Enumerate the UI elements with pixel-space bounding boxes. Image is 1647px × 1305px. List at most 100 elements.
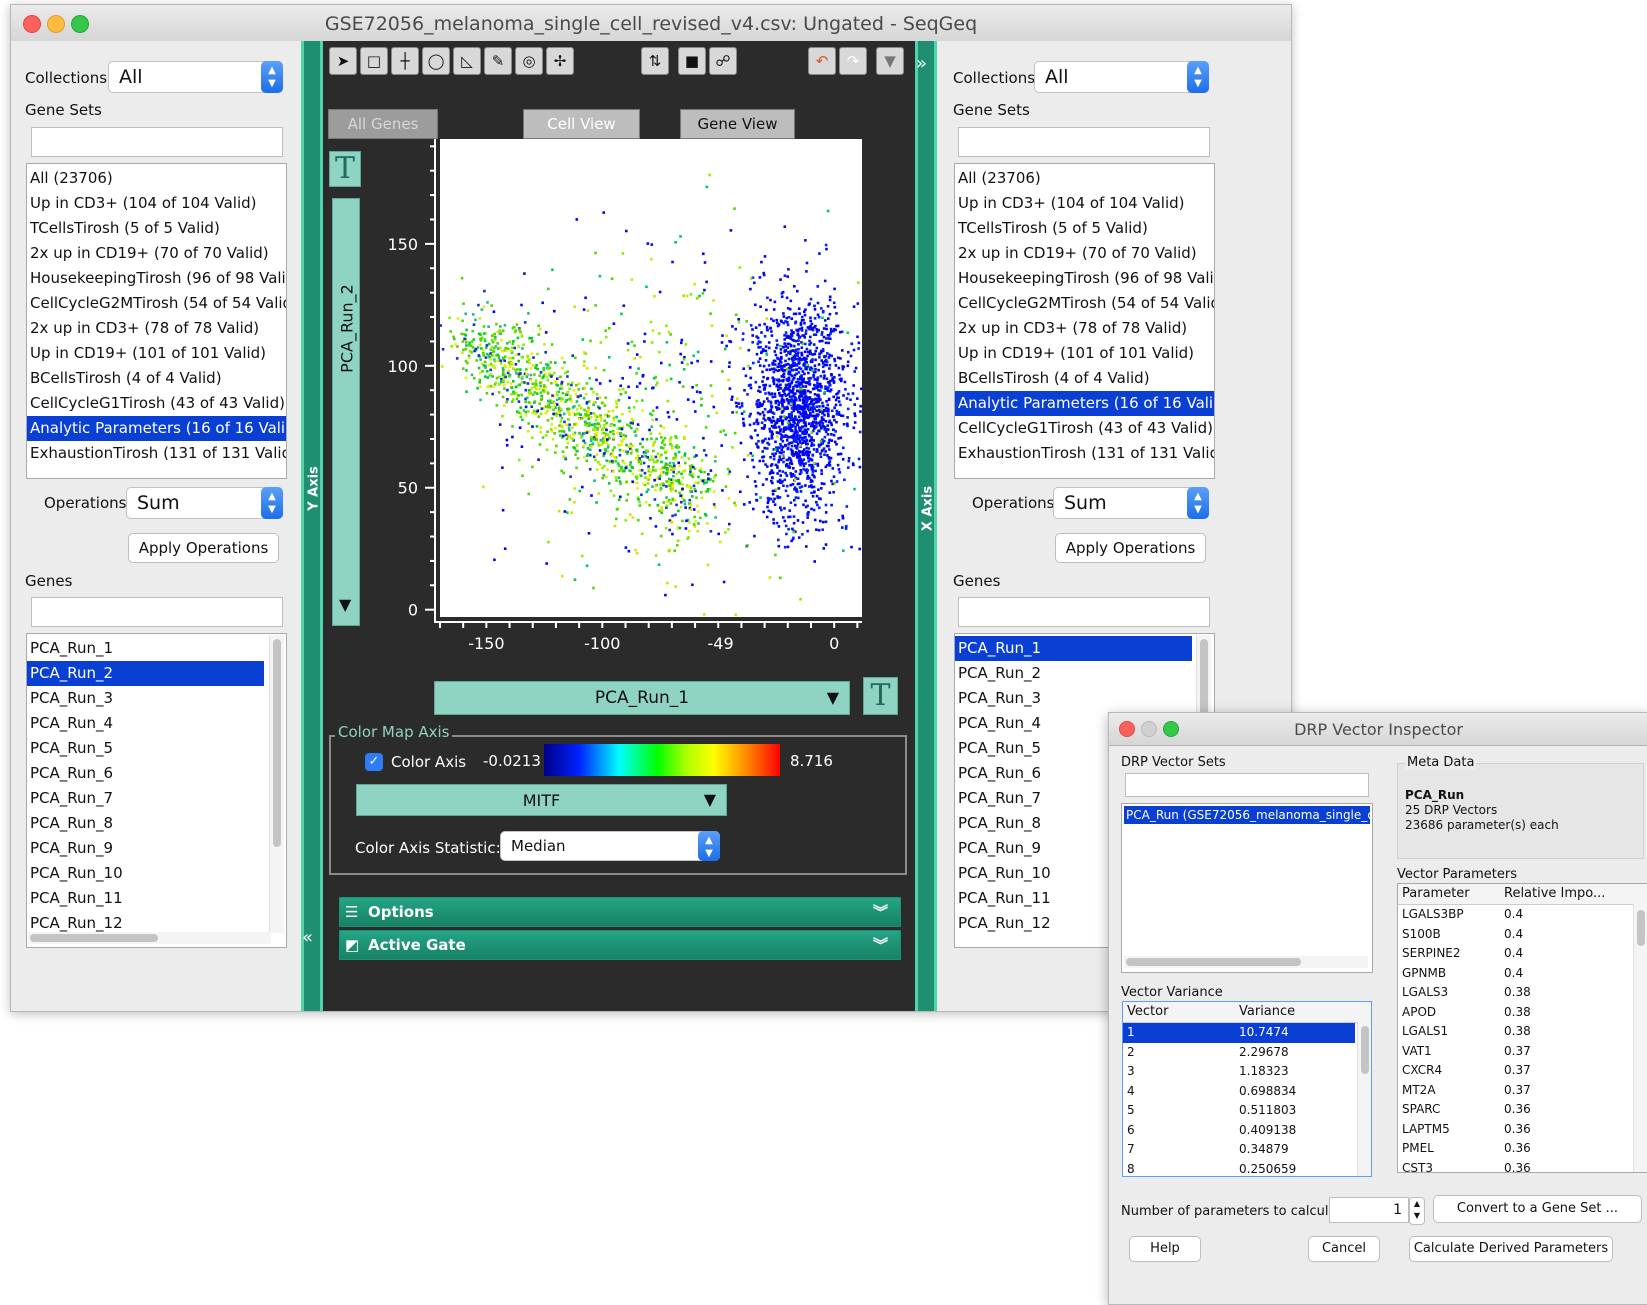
- gene-set-item[interactable]: All (23706): [955, 166, 1214, 191]
- gene-item[interactable]: PCA_Run_2: [955, 661, 1192, 686]
- gene-item[interactable]: PCA_Run_3: [27, 686, 264, 711]
- parameter-row[interactable]: GPNMB 0.4: [1398, 964, 1647, 984]
- gene-set-item[interactable]: Up in CD19+ (101 of 101 Valid): [955, 341, 1214, 366]
- parameter-row[interactable]: LAPTM5 0.36: [1398, 1120, 1647, 1140]
- genes-search-input[interactable]: [31, 597, 283, 627]
- gene-item[interactable]: PCA_Run_4: [27, 711, 264, 736]
- vector-set-item[interactable]: PCA_Run (GSE72056_melanoma_single_cell: [1124, 806, 1370, 824]
- gene-sets-search-input[interactable]: [31, 127, 283, 157]
- genes-search-input[interactable]: [958, 597, 1210, 627]
- color-stat-select[interactable]: Median ▲ ▼: [500, 831, 720, 861]
- x-axis-transform-button[interactable]: T: [863, 677, 898, 715]
- apply-operations-button[interactable]: Apply Operations: [128, 533, 279, 563]
- gene-set-item[interactable]: CellCycleG2MTirosh (54 of 54 Valid): [27, 291, 286, 316]
- gene-item[interactable]: PCA_Run_6: [27, 761, 264, 786]
- gene-set-item[interactable]: ExhaustionTirosh (131 of 131 Valid): [27, 441, 286, 466]
- variance-row[interactable]: 3 1.18323: [1123, 1062, 1355, 1082]
- operations-select[interactable]: Sum ▲ ▼: [126, 487, 283, 519]
- parameter-row[interactable]: APOD 0.38: [1398, 1003, 1647, 1023]
- gene-set-item[interactable]: Analytic Parameters (16 of 16 Valid): [955, 391, 1214, 416]
- parameter-column-header[interactable]: Parameter: [1402, 884, 1470, 904]
- menu-triangle-icon[interactable]: ▼: [876, 47, 904, 75]
- variance-row[interactable]: 7 0.34879: [1123, 1140, 1355, 1160]
- parameter-row[interactable]: LGALS1 0.38: [1398, 1022, 1647, 1042]
- color-gene-selector[interactable]: MITF ▼: [356, 784, 727, 816]
- help-button[interactable]: Help: [1129, 1236, 1201, 1262]
- variance-row[interactable]: 4 0.698834: [1123, 1082, 1355, 1102]
- vector-sets-horizontal-scrollbar[interactable]: [1124, 956, 1368, 968]
- gene-set-item[interactable]: 2x up in CD3+ (78 of 78 Valid): [27, 316, 286, 341]
- parameter-row[interactable]: LGALS3BP 0.4: [1398, 905, 1647, 925]
- people-icon[interactable]: ☍: [709, 47, 737, 75]
- gene-set-item[interactable]: CellCycleG2MTirosh (54 of 54 Valid): [955, 291, 1214, 316]
- active-gate-bar[interactable]: ◩ Active Gate ︾: [339, 930, 901, 960]
- x-parameter-selector[interactable]: PCA_Run_1 ▼: [434, 681, 850, 715]
- num-params-input[interactable]: 1: [1329, 1197, 1409, 1223]
- color-axis-checkbox[interactable]: ✓: [365, 753, 383, 771]
- rectangle-gate-icon[interactable]: □: [360, 47, 388, 75]
- gene-sets-search-input[interactable]: [958, 127, 1210, 157]
- variance-column-header[interactable]: Variance: [1239, 1002, 1295, 1022]
- gene-set-item[interactable]: TCellsTirosh (5 of 5 Valid): [27, 216, 286, 241]
- variance-row[interactable]: 5 0.511803: [1123, 1101, 1355, 1121]
- options-bar[interactable]: ☰ Options ︾: [339, 897, 901, 927]
- gene-item[interactable]: PCA_Run_7: [27, 786, 264, 811]
- collapse-left-icon[interactable]: «: [302, 927, 313, 948]
- gene-set-item[interactable]: 2x up in CD3+ (78 of 78 Valid): [955, 316, 1214, 341]
- parameter-row[interactable]: CST3 0.36: [1398, 1159, 1647, 1173]
- sort-icon[interactable]: ⇅: [641, 47, 669, 75]
- parameter-row[interactable]: SPARC 0.36: [1398, 1100, 1647, 1120]
- undo-icon[interactable]: ↶: [808, 47, 836, 75]
- gene-set-item[interactable]: CellCycleG1Tirosh (43 of 43 Valid): [27, 391, 286, 416]
- x-axis-strip[interactable]: X Axis »: [915, 41, 937, 1011]
- quadrant-gate-icon[interactable]: ┼: [391, 47, 419, 75]
- quad-spider-gate-icon[interactable]: ✢: [546, 47, 574, 75]
- gene-set-item[interactable]: BCellsTirosh (4 of 4 Valid): [27, 366, 286, 391]
- gene-set-item[interactable]: Up in CD3+ (104 of 104 Valid): [955, 191, 1214, 216]
- collections-select[interactable]: All ▲ ▼: [108, 61, 283, 93]
- variance-vertical-scrollbar[interactable]: [1357, 1022, 1371, 1176]
- parameter-row[interactable]: SERPINE2 0.4: [1398, 944, 1647, 964]
- gene-item[interactable]: PCA_Run_2: [27, 661, 264, 686]
- gene-item[interactable]: PCA_Run_10: [27, 861, 264, 886]
- scatter-plot[interactable]: 050100150-150 -100 -49 0: [383, 136, 873, 681]
- gene-item[interactable]: PCA_Run_1: [27, 636, 264, 661]
- gene-item[interactable]: PCA_Run_11: [27, 886, 264, 911]
- calculate-derived-parameters-button[interactable]: Calculate Derived Parameters: [1409, 1236, 1613, 1262]
- vector-sets-search-input[interactable]: [1125, 773, 1369, 797]
- gene-set-item[interactable]: TCellsTirosh (5 of 5 Valid): [955, 216, 1214, 241]
- redo-icon[interactable]: ↷: [839, 47, 867, 75]
- parameter-row[interactable]: MT2A 0.37: [1398, 1081, 1647, 1101]
- gene-set-item[interactable]: Up in CD19+ (101 of 101 Valid): [27, 341, 286, 366]
- parameter-row[interactable]: LGALS3 0.38: [1398, 983, 1647, 1003]
- gene-set-item[interactable]: ExhaustionTirosh (131 of 131 Valid): [955, 441, 1214, 466]
- gene-set-item[interactable]: CellCycleG1Tirosh (43 of 43 Valid): [955, 416, 1214, 441]
- gene-set-item[interactable]: All (23706): [27, 166, 286, 191]
- pointer-icon[interactable]: ➤: [329, 47, 357, 75]
- genes-vertical-scrollbar[interactable]: [269, 635, 284, 933]
- variance-row[interactable]: 6 0.409138: [1123, 1121, 1355, 1141]
- gene-set-item[interactable]: Analytic Parameters (16 of 16 Valid): [27, 416, 286, 441]
- polygon-gate-icon[interactable]: ◺: [453, 47, 481, 75]
- parameter-row[interactable]: CXCR4 0.37: [1398, 1061, 1647, 1081]
- variance-row[interactable]: 8 0.250659: [1123, 1160, 1355, 1177]
- expand-right-icon[interactable]: »: [916, 53, 927, 74]
- gene-set-item[interactable]: 2x up in CD19+ (70 of 70 Valid): [955, 241, 1214, 266]
- parameter-row[interactable]: VAT1 0.37: [1398, 1042, 1647, 1062]
- pencil-gate-icon[interactable]: ✎: [484, 47, 512, 75]
- gene-item[interactable]: PCA_Run_8: [27, 811, 264, 836]
- relative-importance-column-header[interactable]: Relative Impo...: [1504, 884, 1605, 904]
- vector-column-header[interactable]: Vector: [1127, 1002, 1168, 1022]
- cancel-button[interactable]: Cancel: [1308, 1236, 1380, 1262]
- variance-row[interactable]: 1 10.7474: [1123, 1023, 1355, 1043]
- gene-set-item[interactable]: 2x up in CD19+ (70 of 70 Valid): [27, 241, 286, 266]
- black-square-icon[interactable]: ■: [678, 47, 706, 75]
- parameter-row[interactable]: PMEL 0.36: [1398, 1139, 1647, 1159]
- y-parameter-selector[interactable]: PCA_Run_2 ▼: [332, 198, 360, 626]
- gene-item[interactable]: PCA_Run_9: [27, 836, 264, 861]
- gene-set-item[interactable]: HousekeepingTirosh (96 of 98 Valid): [955, 266, 1214, 291]
- all-genes-button[interactable]: All Genes: [328, 109, 438, 139]
- gene-set-item[interactable]: BCellsTirosh (4 of 4 Valid): [955, 366, 1214, 391]
- variance-row[interactable]: 2 2.29678: [1123, 1043, 1355, 1063]
- ellipse-gate-icon[interactable]: ◯: [422, 47, 450, 75]
